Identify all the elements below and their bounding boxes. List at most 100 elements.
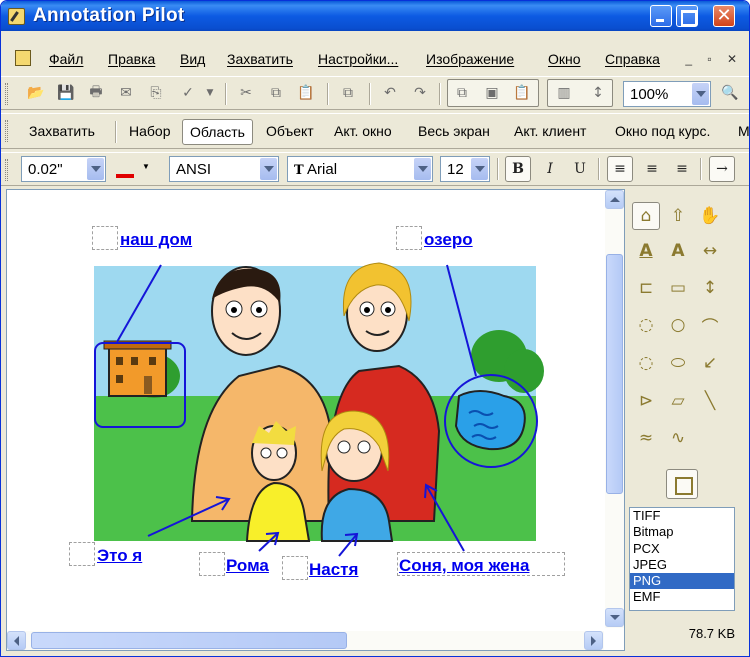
arc-tool-icon[interactable]: ⌒ [696, 311, 724, 339]
save-icon[interactable]: 💾 [57, 84, 75, 102]
annotation-handle[interactable] [396, 226, 422, 250]
pen-color-swatch[interactable] [116, 174, 134, 178]
measure-vertical-icon[interactable]: ↕ [696, 274, 724, 302]
capture-more-button[interactable]: М [738, 123, 749, 139]
image-format-button[interactable] [666, 469, 698, 499]
scroll-right-button[interactable] [584, 631, 603, 650]
format-pcx[interactable]: PCX [630, 541, 734, 557]
chevron-down-icon[interactable] [260, 158, 277, 180]
align-left-button[interactable]: ≡ [607, 156, 633, 182]
format-list[interactable]: TIFF Bitmap PCX JPEG PNG EMF [629, 507, 735, 611]
hand-tool-icon[interactable]: ✋ [696, 202, 724, 230]
search-icon[interactable]: 🔍 [721, 84, 739, 102]
arrow-style-button[interactable]: → [709, 156, 735, 182]
menu-edit[interactable]: Правка [108, 51, 155, 67]
freehand-tool-icon[interactable]: ∿ [664, 424, 692, 452]
font-select[interactable]: T Arial [287, 156, 433, 182]
chevron-down-icon[interactable]: ▼ [201, 84, 219, 102]
chevron-down-icon[interactable] [471, 158, 488, 180]
font-size-select[interactable]: 12 [440, 156, 490, 182]
menu-file[interactable]: Файл [49, 51, 83, 67]
menu-view[interactable]: Вид [180, 51, 205, 67]
annotation-me[interactable]: Это я [97, 546, 142, 566]
capture-button[interactable]: Захватить [29, 123, 95, 139]
menu-window[interactable]: Окно [548, 51, 581, 67]
send-icon[interactable]: ⎘ [147, 84, 165, 102]
italic-button[interactable]: I [537, 156, 563, 182]
crop-icon[interactable]: ⧉ [453, 84, 471, 102]
clipboard-icon[interactable]: 📋 [513, 84, 531, 102]
align-center-button[interactable]: ≡ [639, 156, 665, 182]
scroll-up-button[interactable] [605, 190, 624, 209]
chevron-down-icon[interactable] [87, 158, 104, 180]
cut-icon[interactable]: ✂ [237, 84, 255, 102]
email-icon[interactable]: ✉ [117, 84, 135, 102]
capture-full-screen-button[interactable]: Весь экран [418, 123, 490, 139]
copy-icon[interactable]: ⧉ [267, 84, 285, 102]
layers-icon[interactable]: ▣ [483, 84, 501, 102]
toolbar-grip[interactable] [5, 120, 8, 142]
annotation-roma[interactable]: Рома [226, 556, 269, 576]
vertical-scrollbar[interactable] [605, 190, 624, 628]
callout-polygon-icon[interactable]: ⊳ [632, 387, 660, 415]
fit-height-icon[interactable]: ↕ [589, 84, 607, 102]
callout-rect-icon[interactable]: ⊏ [632, 274, 660, 302]
charset-select[interactable]: ANSI [169, 156, 279, 182]
chevron-down-icon[interactable]: ▼ [142, 162, 150, 171]
annotation-house[interactable]: наш дом [120, 230, 192, 250]
menu-settings[interactable]: Настройки... [318, 51, 398, 67]
annotation-handle[interactable] [282, 556, 308, 580]
underline-button[interactable]: U [567, 156, 593, 182]
capture-window-under-cursor-button[interactable]: Окно под курс. [615, 123, 710, 139]
bold-button[interactable]: B [505, 156, 531, 182]
menu-help[interactable]: Справка [605, 51, 660, 67]
chevron-down-icon[interactable] [414, 158, 431, 180]
format-bitmap[interactable]: Bitmap [630, 524, 734, 540]
close-button[interactable]: ✕ [713, 5, 735, 27]
capture-active-window-button[interactable]: Акт. окно [334, 123, 392, 139]
zoom-select[interactable]: 100% [623, 81, 711, 107]
maximize-button[interactable] [676, 5, 698, 27]
align-right-button[interactable]: ≡ [669, 156, 695, 182]
pointer-tool-icon[interactable]: ⇧ [664, 202, 692, 230]
polygon-tool-icon[interactable]: ▱ [664, 387, 692, 415]
scroll-left-button[interactable] [7, 631, 26, 650]
format-jpeg[interactable]: JPEG [630, 557, 734, 573]
open-icon[interactable]: 📂 [27, 84, 45, 102]
annotation-handle[interactable] [199, 552, 225, 576]
toolbar-grip[interactable] [5, 83, 8, 105]
menu-capture[interactable]: Захватить [227, 51, 293, 67]
arrow-tool-icon[interactable]: ↙ [696, 349, 724, 377]
format-tiff[interactable]: TIFF [630, 508, 734, 524]
document-icon[interactable] [15, 50, 31, 66]
freehand-callout-icon[interactable]: ≈ [632, 424, 660, 452]
format-png[interactable]: PNG [630, 573, 734, 590]
annotation-nastya[interactable]: Настя [309, 560, 358, 580]
annotation-handle[interactable] [69, 542, 95, 566]
vertical-scroll-thumb[interactable] [606, 254, 623, 494]
paste-special-icon[interactable]: ⧉ [339, 84, 357, 102]
callout-ellipse-icon[interactable]: ◌ [632, 311, 660, 339]
select-tool-icon[interactable]: ⌂ [632, 202, 660, 230]
print-icon[interactable]: 🖶 [87, 84, 105, 102]
spellcheck-icon[interactable]: ✓ [179, 84, 197, 102]
callout-cloud-icon[interactable]: ◌ [632, 349, 660, 377]
paste-icon[interactable]: 📋 [297, 84, 315, 102]
format-emf[interactable]: EMF [630, 589, 734, 605]
horizontal-scrollbar[interactable] [7, 631, 604, 650]
capture-object-button[interactable]: Объект [266, 123, 314, 139]
scroll-down-button[interactable] [605, 608, 624, 627]
annotation-sonya[interactable]: Соня, моя жена [399, 556, 529, 576]
undo-icon[interactable]: ↶ [381, 84, 399, 102]
menu-image[interactable]: Изображение [426, 51, 514, 67]
annotation-lake[interactable]: озеро [424, 230, 473, 250]
fit-width-icon[interactable]: ▥ [555, 84, 573, 102]
annotated-image[interactable]: наш дом озеро Это я Рома Настя Соня, моя… [54, 221, 566, 580]
text-tool-icon[interactable]: A [632, 237, 660, 265]
horizontal-scroll-thumb[interactable] [31, 632, 347, 649]
title-bar[interactable]: Annotation Pilot ✕ [1, 1, 749, 31]
redo-icon[interactable]: ↷ [411, 84, 429, 102]
oval-tool-icon[interactable]: ⬭ [664, 349, 692, 377]
toolbar-grip[interactable] [5, 159, 8, 181]
text-box-tool-icon[interactable]: A [664, 237, 692, 265]
